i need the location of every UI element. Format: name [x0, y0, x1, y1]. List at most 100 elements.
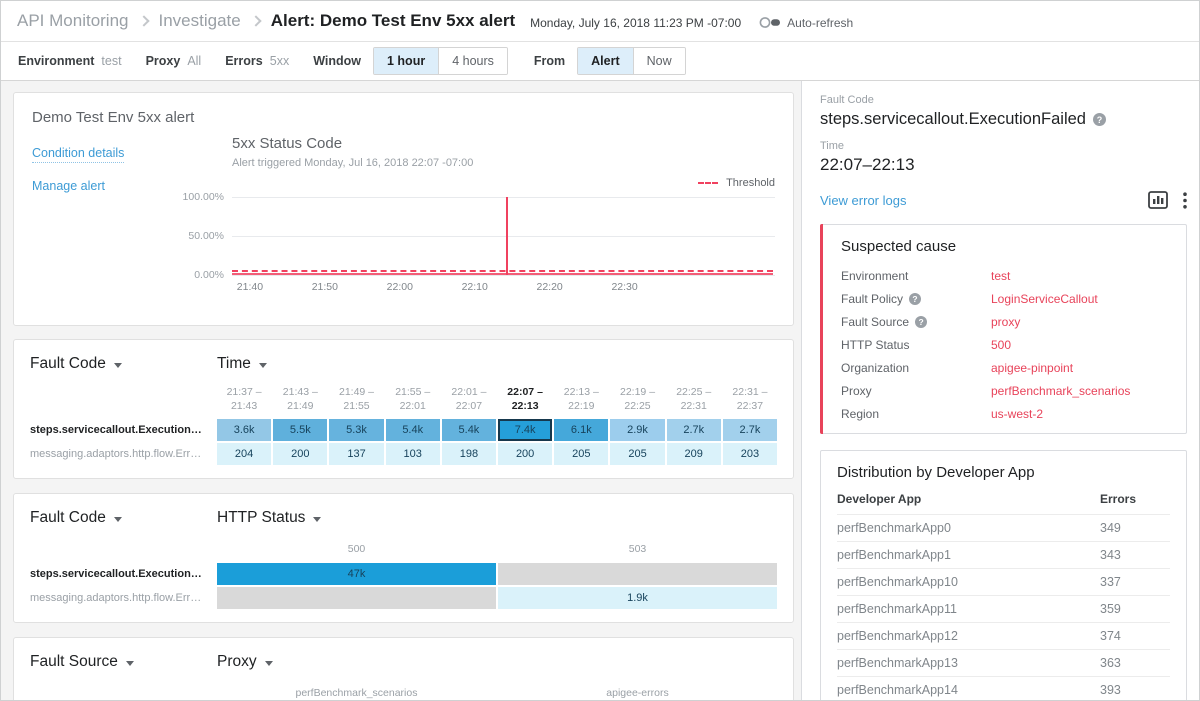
time-bucket-header: 22:07 – 22:13 [498, 385, 552, 413]
distribution-table-header: Developer App Errors [837, 481, 1170, 514]
detail-panel: Fault Code steps.servicecallout.Executio… [801, 81, 1199, 700]
cause-attribute-value[interactable]: perfBenchmark_scenarios [991, 384, 1130, 398]
developer-app-name: perfBenchmarkApp1 [837, 548, 1100, 562]
time-bucket-header: 22:01 – 22:07 [442, 385, 496, 413]
kebab-menu-icon[interactable] [1183, 192, 1187, 209]
cause-attribute-value[interactable]: 500 [991, 338, 1011, 352]
window-1-hour-button[interactable]: 1 hour [374, 48, 438, 74]
dropdown-caret-icon [114, 363, 122, 368]
heatmap-cell[interactable]: 2.7k [723, 419, 777, 441]
row-dimension-dropdown[interactable]: Fault Code [30, 355, 217, 373]
dropdown-caret-icon [114, 517, 122, 522]
threshold-line [232, 270, 773, 272]
column-dimension-dropdown[interactable]: Proxy [217, 653, 273, 671]
heatmap-cell[interactable]: 209 [667, 443, 721, 465]
time-bucket-start: 22:31 – [723, 385, 777, 399]
error-count: 349 [1100, 521, 1170, 535]
time-bucket-header: 21:49 – 21:55 [329, 385, 383, 413]
heatmap-cell[interactable]: 2.9k [610, 419, 664, 441]
proxy-name-header: apigee-errors [498, 686, 777, 700]
proxy-filter-label: Proxy [146, 54, 181, 68]
heatmap-cell[interactable] [217, 587, 496, 609]
time-bucket-start: 21:37 – [217, 385, 271, 399]
heatmap-cell[interactable]: 47k [217, 563, 496, 585]
cause-attribute-label: Region [841, 407, 879, 421]
http-status-code: 503 [498, 542, 777, 556]
heatmap-cell[interactable]: 5.4k [386, 419, 440, 441]
time-range-value: 22:07–22:13 [820, 155, 1187, 175]
chart-legend: Threshold [698, 177, 775, 189]
heatmap-cell[interactable]: 203 [723, 443, 777, 465]
proxy-filter-value[interactable]: All [187, 54, 201, 68]
heatmap-cell[interactable]: 205 [554, 443, 608, 465]
cause-attribute-label: HTTP Status [841, 338, 909, 352]
suspected-cause-row: Region us-west-2 [841, 402, 1172, 425]
heatmap-cell[interactable]: 2.7k [667, 419, 721, 441]
fault-code-value-row: steps.servicecallout.ExecutionFailed [820, 110, 1187, 129]
heatmap-cell[interactable]: 103 [386, 443, 440, 465]
filter-bar: Environment test Proxy All Errors 5xx Wi… [1, 42, 1199, 81]
row-dimension-dropdown[interactable]: Fault Code [30, 509, 217, 527]
row-dimension-dropdown[interactable]: Fault Source [30, 653, 217, 671]
help-icon[interactable] [915, 316, 927, 328]
heatmap-cell[interactable]: 200 [498, 443, 552, 465]
cause-attribute-label: Organization [841, 361, 909, 375]
heatmap-cell[interactable]: 5.4k [442, 419, 496, 441]
heatmap-cell[interactable]: 3.6k [217, 419, 271, 441]
dropdown-caret-icon [265, 661, 273, 666]
matrix-row: steps.servicecallout.ExecutionFailed 3.6… [30, 419, 777, 441]
help-icon[interactable] [1093, 113, 1106, 126]
chart-plot-area: 100.00%50.00%0.00% 21:4021:5022:0022:102… [232, 193, 775, 295]
page-title: Alert: Demo Test Env 5xx alert [271, 11, 515, 31]
heatmap-cell[interactable]: 6.1k [554, 419, 608, 441]
manage-alert-link[interactable]: Manage alert [32, 179, 124, 193]
suspected-cause-row: Environment test [841, 264, 1172, 287]
heatmap-cell[interactable]: 204 [217, 443, 271, 465]
condition-details-link[interactable]: Condition details [32, 146, 124, 163]
column-dimension-dropdown[interactable]: Time [217, 355, 267, 373]
api-monitoring-page: API Monitoring Investigate Alert: Demo T… [0, 0, 1200, 701]
heatmap-cell[interactable]: 137 [329, 443, 383, 465]
x-axis-tick-label: 22:20 [537, 281, 563, 293]
row-dimension-label: Fault Code [30, 355, 106, 373]
x-axis-tick-label: 21:40 [237, 281, 263, 293]
breadcrumb-api-monitoring[interactable]: API Monitoring [17, 11, 129, 31]
cause-attribute-value[interactable]: LoginServiceCallout [991, 292, 1098, 306]
heatmap-cell[interactable] [498, 563, 777, 585]
heatmap-cell[interactable]: 7.4k [498, 419, 552, 441]
time-bucket-start: 21:49 – [329, 385, 383, 399]
help-icon[interactable] [909, 293, 921, 305]
cause-attribute-value[interactable]: us-west-2 [991, 407, 1043, 421]
cause-attribute-value[interactable]: proxy [991, 315, 1020, 329]
heatmap-cell[interactable]: 198 [442, 443, 496, 465]
environment-filter-value[interactable]: test [101, 54, 121, 68]
heatmap-cell[interactable]: 205 [610, 443, 664, 465]
cause-attribute-value[interactable]: apigee-pinpoint [991, 361, 1073, 375]
proxy-name: perfBenchmark_scenarios [217, 686, 496, 700]
from-alert-button[interactable]: Alert [578, 48, 632, 74]
suspected-cause-row: Fault Policy LoginServiceCallout [841, 287, 1172, 310]
time-bucket-end: 22:07 [442, 399, 496, 413]
view-error-logs-link[interactable]: View error logs [820, 193, 906, 208]
window-4-hours-button[interactable]: 4 hours [438, 48, 507, 74]
distribution-title: Distribution by Developer App [837, 464, 1170, 481]
time-bucket-end: 22:19 [554, 399, 608, 413]
time-bucket-start: 21:55 – [386, 385, 440, 399]
heatmap-cell[interactable]: 5.5k [273, 419, 327, 441]
breadcrumb-investigate[interactable]: Investigate [159, 11, 241, 31]
bar-chart-icon[interactable] [1148, 191, 1168, 209]
errors-filter-value[interactable]: 5xx [270, 54, 289, 68]
heatmap-cell[interactable]: 200 [273, 443, 327, 465]
x-axis-tick-label: 22:10 [462, 281, 488, 293]
cause-attribute-value[interactable]: test [991, 269, 1010, 283]
time-bucket-end: 22:25 [610, 399, 664, 413]
heatmap-cell[interactable]: 5.3k [329, 419, 383, 441]
time-bucket-start: 21:43 – [273, 385, 327, 399]
from-now-button[interactable]: Now [633, 48, 685, 74]
fault-code-row-label: messaging.adaptors.http.flow.ErrorR... [30, 448, 217, 460]
auto-refresh-toggle[interactable]: Auto-refresh [759, 13, 853, 30]
heatmap-cell[interactable]: 1.9k [498, 587, 777, 609]
time-bucket-start: 22:13 – [554, 385, 608, 399]
time-bucket-start: 22:07 – [498, 385, 552, 399]
column-dimension-dropdown[interactable]: HTTP Status [217, 509, 321, 527]
